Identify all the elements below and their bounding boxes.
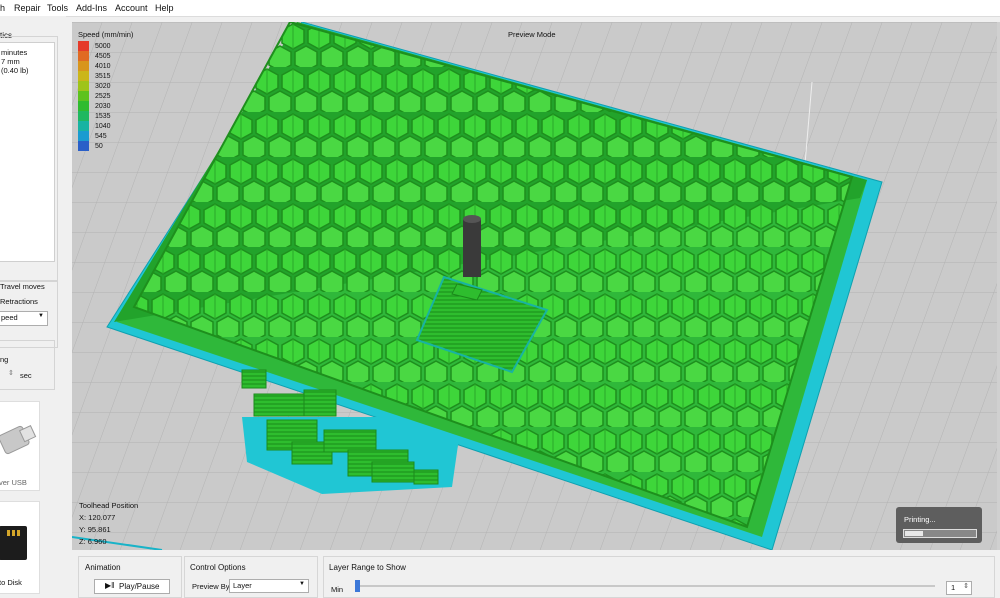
preview-by-select[interactable]: Layer ▼ — [229, 579, 309, 593]
printing-toast: Printing... — [896, 507, 982, 543]
printing-progress-fill — [905, 531, 923, 536]
legend-label: 2525 — [95, 92, 111, 100]
preview-by-value: Layer — [233, 581, 252, 590]
print-usb-card[interactable]: ver USB — [0, 401, 40, 491]
legend-swatch — [78, 81, 89, 91]
legend-title: Speed (mm/min) — [78, 30, 134, 39]
legend-row: 5000 — [78, 41, 133, 51]
menu-mesh[interactable]: h — [0, 3, 5, 13]
save-disk-card[interactable]: to Disk — [0, 501, 40, 594]
legend-row: 3515 — [78, 71, 133, 81]
layer-slider-thumb[interactable] — [355, 580, 360, 592]
preview-by-label: Preview By — [192, 582, 230, 591]
min-layer-spinbox[interactable]: 1 ⇕ — [946, 581, 972, 595]
legend-swatch — [78, 41, 89, 51]
menu-account[interactable]: Account — [115, 3, 148, 13]
chevron-down-icon: ▼ — [38, 313, 44, 319]
nozzle-icon — [463, 215, 481, 277]
play-pause-label: Play/Pause — [119, 582, 160, 591]
left-panel: tics minutes 7 mm (0.40 lb) Travel moves… — [0, 16, 66, 594]
toolhead-position: Toolhead Position X: 120.077 Y: 95.861 Z… — [79, 500, 138, 548]
legend-row: 4505 — [78, 51, 133, 61]
timing-group — [0, 340, 55, 390]
toolhead-z: Z: 6.960 — [79, 537, 107, 546]
legend-label: 4505 — [95, 52, 111, 60]
build-time: minutes — [1, 48, 28, 57]
menu-add-ins[interactable]: Add-Ins — [76, 3, 107, 13]
min-layer-value: 1 — [951, 583, 956, 592]
legend-rows: 5000 4505 4010 3515 3020 2525 2030 1535 1040 545 5… — [78, 41, 133, 151]
legend-label: 3515 — [95, 72, 111, 80]
disk-label: to Disk — [0, 578, 22, 587]
legend-swatch — [78, 101, 89, 111]
menu-help[interactable]: Help — [155, 3, 174, 13]
legend-swatch — [78, 121, 89, 131]
legend-row: 1040 — [78, 121, 133, 131]
legend-row: 4010 — [78, 61, 133, 71]
min-label: Min — [331, 585, 344, 594]
toolhead-y: Y: 95.861 — [79, 525, 111, 534]
toolhead-title: Toolhead Position — [79, 501, 139, 510]
preview-viewport[interactable]: Preview Mode Speed (mm/min) 5000 4505 4010… — [72, 22, 997, 550]
legend-label: 2030 — [95, 102, 111, 110]
control-options-title: Control Options — [190, 563, 246, 572]
color-by-value: peed — [1, 313, 18, 322]
travel-moves-label[interactable]: Travel moves — [0, 282, 45, 291]
legend-label: 3020 — [95, 82, 111, 90]
legend-row: 2030 — [78, 101, 133, 111]
legend-label: 5000 — [95, 42, 111, 50]
legend-row: 3020 — [78, 81, 133, 91]
filament-weight: (0.40 lb) — [1, 66, 29, 75]
retractions-label[interactable]: Retractions — [0, 297, 38, 306]
timing-label: ng — [0, 355, 9, 364]
legend-label: 4010 — [95, 62, 111, 70]
legend-label: 1040 — [95, 122, 111, 130]
layer-range-title: Layer Range to Show — [329, 563, 406, 572]
color-by-select[interactable]: peed ▼ — [0, 311, 48, 326]
menu-repair[interactable]: Repair — [14, 3, 41, 13]
preview-mode-title: Preview Mode — [508, 30, 556, 39]
layer-slider-track[interactable] — [355, 585, 935, 587]
filament-length: 7 mm — [1, 57, 20, 66]
legend-swatch — [78, 71, 89, 81]
play-pause-icon: ▶‖ — [105, 581, 115, 590]
legend-swatch — [78, 111, 89, 121]
speed-legend: Speed (mm/min) 5000 4505 4010 3515 3020 2525 2… — [78, 30, 133, 151]
legend-swatch — [78, 91, 89, 101]
legend-row: 50 — [78, 141, 133, 151]
legend-swatch — [78, 61, 89, 71]
legend-label: 50 — [95, 142, 103, 150]
menu-tools[interactable]: Tools — [47, 3, 68, 13]
legend-row: 545 — [78, 131, 133, 141]
spin-arrows-icon[interactable]: ⇕ — [963, 582, 969, 590]
menu-bar: h Repair Tools Add-Ins Account Help — [0, 0, 1000, 17]
sd-card-icon — [0, 526, 27, 560]
bottom-panel: Animation ▶‖ Play/Pause Control Options … — [72, 552, 1000, 598]
printing-text: Printing... — [904, 515, 936, 524]
chevron-down-icon: ▼ — [299, 581, 305, 587]
usb-icon — [0, 425, 37, 455]
animation-title: Animation — [85, 563, 121, 572]
legend-row: 1535 — [78, 111, 133, 121]
timing-unit: sec — [20, 371, 32, 380]
usb-label: ver USB — [0, 478, 27, 487]
legend-label: 545 — [95, 132, 107, 140]
legend-swatch — [78, 131, 89, 141]
spin-arrows-icon[interactable]: ⇕ — [8, 369, 14, 377]
statistics-box: minutes 7 mm (0.40 lb) — [0, 42, 55, 262]
legend-row: 2525 — [78, 91, 133, 101]
legend-swatch — [78, 141, 89, 151]
toolhead-x: X: 120.077 — [79, 513, 116, 522]
preview-canvas — [72, 22, 997, 550]
printing-progress — [903, 529, 977, 538]
legend-label: 1535 — [95, 112, 111, 120]
legend-swatch — [78, 51, 89, 61]
